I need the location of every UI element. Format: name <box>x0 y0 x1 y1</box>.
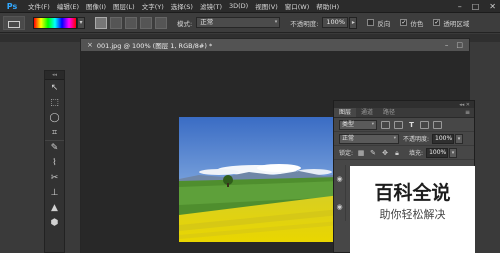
diamond-gradient-button[interactable] <box>155 16 167 29</box>
menu-edit[interactable]: 编辑(E) <box>57 1 79 11</box>
lock-transparency-icon[interactable]: ▦ <box>357 149 365 157</box>
opacity-dropdown-icon[interactable]: ▸ <box>349 16 358 29</box>
lock-label: 锁定: <box>339 150 354 157</box>
opacity-label: 不透明度: <box>290 19 319 28</box>
history-brush-tool-icon[interactable]: ▲ <box>45 200 64 215</box>
opacity-slider-icon[interactable]: ▾ <box>455 133 464 144</box>
maximize-icon[interactable]: □ <box>472 2 480 11</box>
lock-row: 锁定: ▦ ✎ ✥ 🔒︎ 填充: 100% ▾ <box>334 146 474 160</box>
filter-kind-select[interactable]: 类型 ▾ <box>339 119 377 130</box>
menu-file[interactable]: 文件(F) <box>28 1 50 11</box>
panel-collapse-icon[interactable]: ◂◂ ✕ <box>334 101 474 108</box>
menu-3d[interactable]: 3D(D) <box>229 2 248 10</box>
stamp-tool-icon[interactable]: ⊥ <box>45 185 64 200</box>
fill-slider-icon[interactable]: ▾ <box>449 147 458 158</box>
chevron-down-icon: ▾ <box>393 135 396 141</box>
watermark-subtitle: 助你轻松解决 <box>379 208 446 221</box>
menu-select[interactable]: 选择(S) <box>171 1 193 11</box>
text-filter-icon[interactable]: T <box>407 121 416 129</box>
panel-menu-icon[interactable]: ≡ <box>465 108 470 117</box>
menu-window[interactable]: 窗口(W) <box>285 1 310 11</box>
menu-filter[interactable]: 滤镜(T) <box>200 1 222 11</box>
blend-mode-value: 正常 <box>342 134 355 142</box>
gradient-dropdown-icon[interactable]: ▾ <box>77 16 85 29</box>
layer-opacity-input[interactable]: 100% <box>432 133 455 144</box>
mode-select[interactable]: 正常 ▾ <box>196 17 281 28</box>
lasso-tool-icon[interactable]: ◯ <box>45 110 64 125</box>
opacity-input[interactable]: 100% <box>322 17 349 28</box>
lock-pixels-icon[interactable]: ✎ <box>369 149 377 157</box>
reverse-checkbox[interactable] <box>367 19 375 26</box>
mode-label: 模式: <box>177 19 193 28</box>
document-title: 001.jpg @ 100% (图层 1, RGB/8#) * <box>96 42 213 50</box>
layer-filter-row: 类型 ▾ T <box>334 118 474 132</box>
blend-row: 正常 ▾ 不透明度: 100% ▾ <box>334 132 474 146</box>
maximize-icon[interactable]: □ <box>456 41 463 49</box>
fill-input[interactable]: 100% <box>426 147 449 158</box>
gradient-swatch[interactable] <box>33 16 77 29</box>
close-icon[interactable]: ✕ <box>489 2 496 11</box>
visibility-eye-icon[interactable]: ◉ <box>334 165 346 193</box>
shape-filter-icon[interactable] <box>420 120 429 129</box>
tools-panel: ◂◂ ↖ ⬚ ◯ ⌗ ✎ ⌇ ✂ ⊥ ▲ ⬢ <box>44 70 65 253</box>
panel-tabs: 图层 通道 路径 ≡ <box>334 108 474 118</box>
blend-mode-select[interactable]: 正常 ▾ <box>339 133 399 144</box>
healing-tool-icon[interactable]: ⌇ <box>45 155 64 170</box>
transparency-label: 透明区域 <box>443 19 470 28</box>
layer-opacity-label: 不透明度: <box>403 136 430 143</box>
linear-gradient-button[interactable] <box>95 16 107 29</box>
reflected-gradient-button[interactable] <box>140 16 152 29</box>
collapse-icon[interactable]: ◂◂ <box>45 71 64 80</box>
dither-checkbox[interactable]: ✓ <box>400 19 408 26</box>
tool-preset-picker[interactable] <box>3 15 25 30</box>
menu-layer[interactable]: 图层(L) <box>113 1 135 11</box>
document-tab-controls: – □ <box>445 41 463 49</box>
watermark: 百科全说 助你轻松解决 <box>350 166 475 253</box>
app-logo: Ps <box>6 1 18 11</box>
window-controls: – □ ✕ <box>458 2 496 11</box>
filter-kind-value: 类型 <box>342 120 355 128</box>
mode-value: 正常 <box>200 18 214 26</box>
reverse-label: 反向 <box>377 19 391 28</box>
pixel-filter-icon[interactable] <box>381 120 390 129</box>
document-image[interactable] <box>179 117 340 242</box>
dither-label: 仿色 <box>410 19 424 28</box>
adjustment-filter-icon[interactable] <box>394 120 403 129</box>
menu-bar: Ps 文件(F) 编辑(E) 图像(I) 图层(L) 文字(Y) 选择(S) 滤… <box>0 0 500 13</box>
tab-paths[interactable]: 路径 <box>378 108 400 117</box>
lock-position-icon[interactable]: ✥ <box>381 149 389 157</box>
eyedropper-tool-icon[interactable]: ✎ <box>45 140 64 155</box>
menu-view[interactable]: 视图(V) <box>255 1 278 11</box>
minimize-icon[interactable]: – <box>458 2 462 11</box>
watermark-title: 百科全说 <box>374 182 451 204</box>
eraser-tool-icon[interactable]: ⬢ <box>45 215 64 230</box>
opacity-value: 100% <box>326 18 345 26</box>
menu-image[interactable]: 图像(I) <box>86 1 106 11</box>
crop-tool-icon[interactable]: ⌗ <box>45 125 64 140</box>
menu-help[interactable]: 帮助(H) <box>316 1 339 11</box>
chevron-down-icon: ▾ <box>274 19 278 25</box>
options-bar: ▾ 模式: 正常 ▾ 不透明度: 100% ▸ 反向 ✓ 仿色 ✓ 透明区域 <box>0 13 500 33</box>
lock-all-icon[interactable]: 🔒︎ <box>393 149 401 157</box>
transparency-checkbox[interactable]: ✓ <box>433 19 441 26</box>
fill-label: 填充: <box>409 150 424 157</box>
brush-tool-icon[interactable]: ✂ <box>45 170 64 185</box>
document-close-icon[interactable]: × <box>87 41 93 49</box>
radial-gradient-button[interactable] <box>110 16 122 29</box>
smart-object-filter-icon[interactable] <box>433 120 442 129</box>
landscape-photo <box>179 117 340 242</box>
menu-type[interactable]: 文字(Y) <box>142 1 164 11</box>
document-tab[interactable]: × 001.jpg @ 100% (图层 1, RGB/8#) * – □ <box>80 38 470 51</box>
chevron-down-icon: ▾ <box>371 121 374 127</box>
marquee-tool-icon[interactable]: ⬚ <box>45 95 64 110</box>
minimize-icon[interactable]: – <box>445 41 449 49</box>
move-tool-icon[interactable]: ↖ <box>45 80 64 95</box>
tab-channels[interactable]: 通道 <box>356 108 378 117</box>
visibility-eye-icon[interactable]: ◉ <box>334 193 346 221</box>
angle-gradient-button[interactable] <box>125 16 137 29</box>
tab-layers[interactable]: 图层 <box>334 108 357 117</box>
